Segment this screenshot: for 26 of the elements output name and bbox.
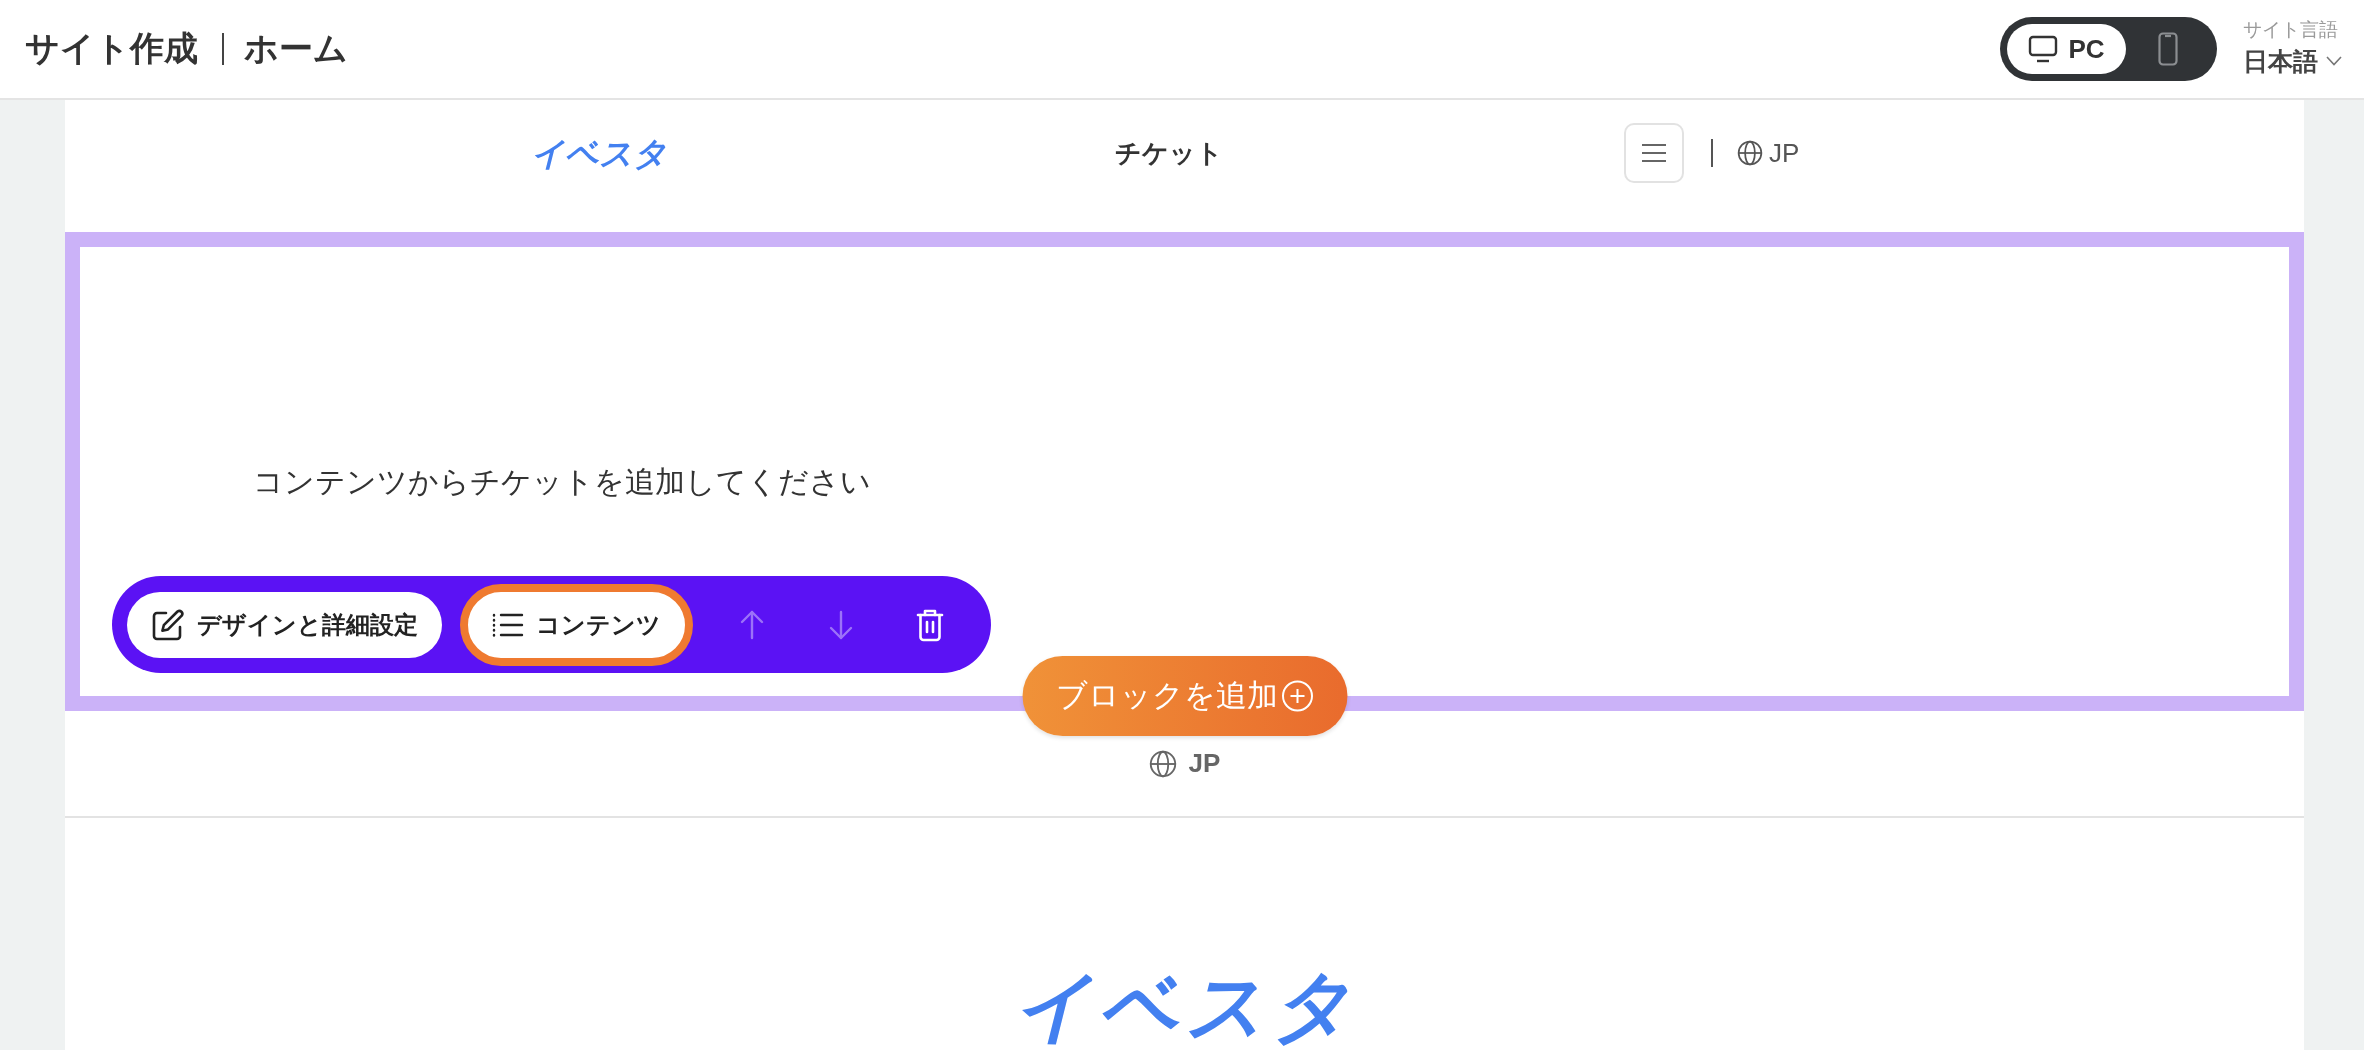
nav-link[interactable]: チケット <box>1111 135 1227 171</box>
page-name: ホーム <box>244 28 348 69</box>
desktop-view-button[interactable]: PC <box>2007 24 2126 74</box>
site-logo: イベスタ <box>531 136 668 170</box>
menu-button[interactable] <box>1624 123 1684 183</box>
contents-button[interactable]: コンテンツ <box>460 583 693 666</box>
app-title: サイト作成 <box>25 28 198 69</box>
chevron-down-icon <box>2326 56 2342 66</box>
arrow-down-icon <box>829 609 853 640</box>
empty-block-message: コンテンツからチケットを追加してください <box>253 464 871 500</box>
language-switcher[interactable]: JP <box>1737 137 1800 169</box>
site-logo: イベスタ <box>1012 967 1357 1045</box>
monitor-icon <box>2028 35 2059 63</box>
menu-icon <box>1642 144 1666 162</box>
list-icon <box>492 611 524 638</box>
phone-icon <box>2158 32 2178 66</box>
site-language-label: サイト言語 <box>2243 17 2338 42</box>
plus-circle-icon <box>1281 680 1314 712</box>
trash-icon <box>916 607 944 642</box>
arrow-up-icon <box>740 609 764 640</box>
language-switcher[interactable]: JP <box>1148 748 1221 779</box>
globe-icon <box>1148 749 1177 778</box>
design-settings-button[interactable]: デザインと詳細設定 <box>127 591 442 658</box>
edit-icon <box>151 607 185 642</box>
globe-icon <box>1737 140 1763 166</box>
language-dropdown[interactable]: 日本語 <box>2243 44 2342 78</box>
